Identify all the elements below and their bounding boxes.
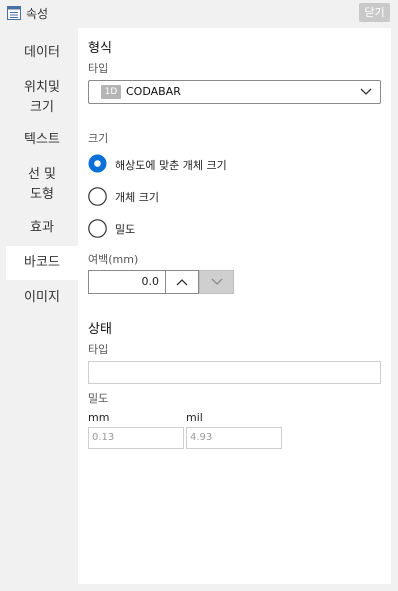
margin-decrease-button[interactable]	[199, 270, 234, 294]
sidebar-item-barcode[interactable]: 바코드	[6, 246, 78, 280]
density-mm-field[interactable]: 0.13	[88, 427, 184, 449]
format-heading: 형식	[88, 41, 112, 56]
sidebar-item-label: 데이터	[24, 45, 60, 60]
state-type-field[interactable]	[88, 361, 381, 384]
margin-label: 여백(mm)	[88, 253, 139, 266]
mil-label: mil	[186, 411, 203, 424]
sidebar-item-label: 이미지	[24, 290, 60, 305]
sidebar-item-line-shape[interactable]: 선 및 도형	[6, 165, 78, 205]
window-title: 속성	[26, 7, 49, 21]
barcode-properties-panel	[78, 28, 391, 584]
sidebar-item-label: 선 및	[27, 167, 57, 182]
radio-density[interactable]	[88, 219, 107, 238]
sidebar-item-label: 도형	[30, 187, 54, 202]
density-mil-field[interactable]: 4.93	[186, 427, 282, 449]
format-type-label: 타입	[88, 62, 109, 75]
sidebar-item-label: 위치및	[24, 80, 60, 95]
title-bar: 속성 닫기	[0, 0, 398, 28]
sidebar-item-data[interactable]: 데이터	[6, 36, 78, 70]
sidebar-item-position-size[interactable]: 위치및 크기	[6, 78, 78, 118]
state-heading: 상태	[88, 322, 112, 337]
margin-increase-button[interactable]	[166, 270, 199, 294]
close-button[interactable]: 닫기	[359, 3, 390, 22]
state-type-label: 타입	[88, 343, 109, 356]
sidebar-item-label: 효과	[30, 220, 54, 235]
sidebar-item-effect[interactable]: 효과	[6, 218, 78, 238]
radio-object-size[interactable]	[88, 187, 107, 206]
mm-label: mm	[88, 411, 110, 424]
barcode-1d-badge: 1D	[101, 85, 121, 99]
state-density-label: 밀도	[88, 392, 109, 405]
property-sheet-icon	[7, 6, 21, 20]
barcode-type-value: CODABAR	[126, 85, 181, 98]
sidebar-item-label: 크기	[30, 100, 54, 115]
radio-fit-resolution[interactable]	[88, 154, 107, 173]
chevron-up-icon	[176, 279, 188, 286]
sidebar-item-label: 텍스트	[24, 132, 60, 147]
radio-density-label: 밀도	[115, 223, 136, 236]
margin-input[interactable]: 0.0	[88, 270, 166, 294]
radio-fit-resolution-label: 해상도에 맞춘 개체 크기	[115, 159, 227, 172]
chevron-down-icon	[211, 278, 222, 285]
size-label: 크기	[88, 132, 109, 145]
sidebar-item-label: 바코드	[24, 255, 60, 270]
barcode-type-dropdown[interactable]: 1D CODABAR	[88, 80, 381, 104]
sidebar-item-image[interactable]: 이미지	[6, 288, 78, 308]
radio-object-size-label: 개체 크기	[115, 191, 159, 204]
sidebar-item-text[interactable]: 텍스트	[6, 130, 78, 150]
chevron-down-icon	[360, 88, 372, 95]
